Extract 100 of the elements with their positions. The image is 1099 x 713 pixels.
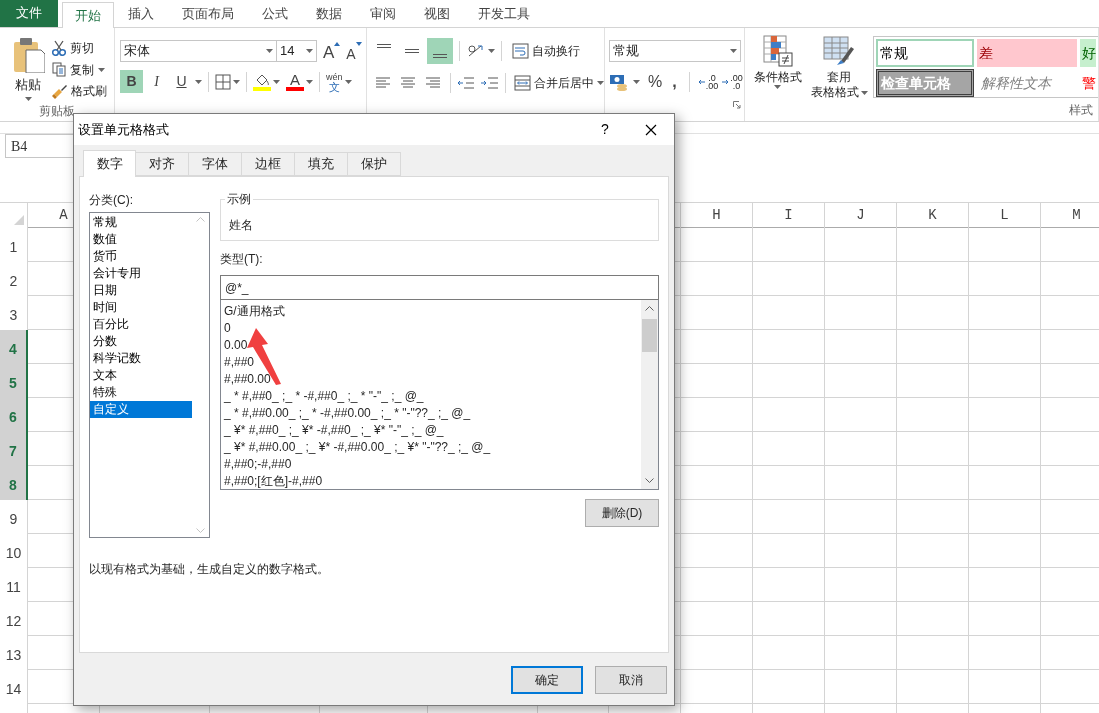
caret-icon <box>597 81 604 85</box>
font-name-field[interactable]: 宋体 <box>120 40 277 62</box>
cell-style-item[interactable]: 常规 <box>876 39 974 67</box>
ribbon-tab[interactable]: 插入 <box>114 1 168 27</box>
wrap-text-button[interactable]: 自动换行 <box>512 42 580 60</box>
cell-style-item[interactable]: 好 <box>1080 39 1096 67</box>
ribbon-tab[interactable]: 视图 <box>410 1 464 27</box>
list-item[interactable]: 会计专用 <box>90 265 192 282</box>
caret-icon <box>266 49 273 53</box>
delete-button[interactable]: 删除(D) <box>585 499 659 527</box>
row-header[interactable]: 6 <box>0 398 28 432</box>
column-header[interactable]: K <box>897 203 969 228</box>
ribbon-tab[interactable]: 页面布局 <box>168 1 248 27</box>
file-tab[interactable]: 文件 <box>0 0 58 27</box>
arrow-icon <box>697 79 705 85</box>
list-item[interactable]: 日期 <box>90 282 192 299</box>
font-size-field[interactable]: 14 <box>277 40 317 62</box>
paste-button[interactable]: 粘贴 <box>8 37 48 102</box>
row-header[interactable]: 7 <box>0 432 28 466</box>
merge-center-button[interactable]: 合并后居中 <box>514 74 604 92</box>
list-item[interactable]: _ * #,##0_ ;_ * -#,##0_ ;_ * "-"_ ;_ @_ <box>221 388 641 405</box>
ok-button[interactable]: 确定 <box>511 666 583 694</box>
ribbon-tab[interactable]: 开发工具 <box>464 1 544 27</box>
cell-style-item[interactable]: 警 <box>1080 69 1096 97</box>
row-header[interactable]: 1 <box>0 228 28 262</box>
list-item[interactable]: 文本 <box>90 367 192 384</box>
row-header[interactable]: 13 <box>0 636 28 670</box>
format-painter-button[interactable]: 格式刷 <box>52 80 107 102</box>
column-header[interactable]: L <box>969 203 1041 228</box>
row-header[interactable]: 8 <box>0 466 28 500</box>
row-header[interactable]: 5 <box>0 364 28 398</box>
scrollbar-thumb[interactable] <box>642 319 657 352</box>
list-item[interactable]: 特殊 <box>90 384 192 401</box>
vertical-align-button[interactable] <box>427 38 453 64</box>
dialog-tab[interactable]: 字体 <box>189 152 242 176</box>
dialog-tab[interactable]: 填充 <box>295 152 348 176</box>
row-header[interactable]: 9 <box>0 500 28 534</box>
dialog-tab[interactable]: 边框 <box>242 152 295 176</box>
list-item[interactable]: 0.00 <box>221 337 641 354</box>
shrink-font-button[interactable]: A <box>346 40 362 62</box>
phonetic-button[interactable]: wén 文 <box>326 71 343 92</box>
type-field[interactable]: @*_ <box>220 275 659 300</box>
select-all-button[interactable] <box>0 203 28 228</box>
toggle-button[interactable]: B <box>120 70 143 93</box>
list-item[interactable]: 数值 <box>90 231 192 248</box>
help-button[interactable]: ? <box>582 114 628 145</box>
comma-button[interactable]: , <box>672 70 677 94</box>
dialog-tab[interactable]: 保护 <box>348 152 401 176</box>
toggle-button[interactable]: I <box>145 70 168 93</box>
copy-button[interactable]: 复制 <box>52 58 107 81</box>
column-header[interactable]: I <box>753 203 825 228</box>
column-header[interactable]: M <box>1041 203 1099 228</box>
column-header[interactable]: J <box>825 203 897 228</box>
cut-button[interactable]: 剪切 <box>52 37 107 59</box>
percent-button[interactable]: % <box>648 70 663 94</box>
list-item[interactable]: #,##0.00 <box>221 371 641 388</box>
list-item[interactable]: 0 <box>221 320 641 337</box>
dialog-tab[interactable]: 数字 <box>83 150 136 177</box>
list-item[interactable]: _ ¥* #,##0.00_ ;_ ¥* -#,##0.00_ ;_ ¥* "-"??_ ;_ @_ <box>221 439 641 456</box>
table-format-button[interactable]: 套用 表格格式 <box>807 35 871 102</box>
list-item[interactable]: 自定义 <box>90 401 192 418</box>
list-item[interactable]: _ ¥* #,##0_ ;_ ¥* -#,##0_ ;_ ¥* "-"_ ;_ @_ <box>221 422 641 439</box>
format-listbox[interactable] <box>220 300 659 490</box>
list-item[interactable]: #,##0;-#,##0 <box>221 456 641 473</box>
list-item[interactable]: #,##0 <box>221 354 641 371</box>
row-header[interactable]: 11 <box>0 568 28 602</box>
list-item[interactable]: 科学记数 <box>90 350 192 367</box>
conditional-format-button[interactable]: 条件格式 <box>750 35 805 102</box>
row-header[interactable]: 3 <box>0 296 28 330</box>
list-item[interactable]: 分数 <box>90 333 192 350</box>
ribbon-tab[interactable]: 审阅 <box>356 1 410 27</box>
dialog-tab[interactable]: 对齐 <box>136 152 189 176</box>
cell-style-item[interactable]: 差 <box>977 39 1077 67</box>
ribbon-tab[interactable]: 公式 <box>248 1 302 27</box>
decrease-decimal-button[interactable]: .00 .0 <box>722 74 743 90</box>
list-item[interactable]: 百分比 <box>90 316 192 333</box>
cancel-button[interactable]: 取消 <box>595 666 667 694</box>
list-item[interactable]: #,##0;[红色]-#,##0 <box>221 473 641 489</box>
row-header[interactable]: 10 <box>0 534 28 568</box>
scrollbar[interactable] <box>641 300 658 489</box>
list-item[interactable]: _ * #,##0.00_ ;_ * -#,##0.00_ ;_ * "-"??_ ;_ @_ <box>221 405 641 422</box>
column-header[interactable]: H <box>681 203 753 228</box>
ribbon-tab[interactable]: 开始 <box>62 2 114 28</box>
grow-font-button[interactable]: A <box>323 40 341 62</box>
row-header[interactable]: 12 <box>0 602 28 636</box>
list-item[interactable]: G/通用格式 <box>221 303 641 320</box>
row-header[interactable]: 2 <box>0 262 28 296</box>
row-header[interactable]: 4 <box>0 330 28 364</box>
row-header[interactable]: 14 <box>0 670 28 704</box>
category-listbox[interactable]: 常规 数值 货币 会计专用 日期 时间 百分比 分数 科学记数 文本 特殊 自定义 <box>89 212 210 538</box>
cell-style-item[interactable]: 解释性文本 <box>977 69 1077 97</box>
list-item[interactable]: 货币 <box>90 248 192 265</box>
number-format-field[interactable]: 常规 <box>609 40 741 62</box>
caret-icon <box>306 49 313 53</box>
font-color-button[interactable]: A <box>286 72 304 91</box>
list-item[interactable]: 时间 <box>90 299 192 316</box>
increase-decimal-button[interactable]: .0 .00 <box>697 74 719 90</box>
toggle-button[interactable]: U <box>170 70 193 93</box>
align-lines-icon <box>432 54 448 58</box>
ribbon-tab[interactable]: 数据 <box>302 1 356 27</box>
